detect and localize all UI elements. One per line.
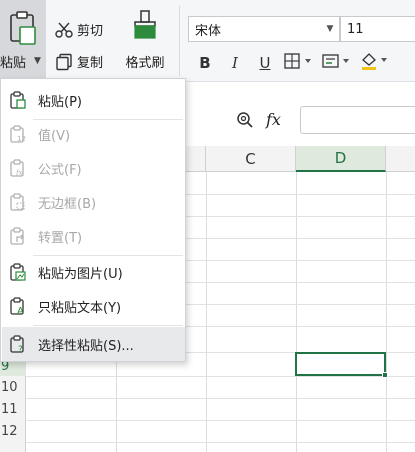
clipboard-icon [10, 11, 36, 45]
paste-transpose-icon [8, 226, 28, 246]
svg-text:A: A [17, 306, 24, 315]
paste-as-picture-icon [8, 262, 28, 282]
grid-line [26, 376, 415, 377]
paste-values-icon: 12 [8, 124, 28, 144]
svg-text:?: ? [18, 345, 23, 353]
column-header-c[interactable]: C [206, 146, 296, 172]
formula-bar-controls: fx [236, 110, 281, 129]
svg-text:12: 12 [17, 135, 26, 143]
scissors-icon [55, 22, 73, 38]
paste-button[interactable]: 粘贴 ▼ [0, 0, 46, 78]
selected-cell[interactable] [295, 352, 386, 376]
fx-icon[interactable]: fx [266, 110, 281, 129]
font-size-select[interactable]: 11 [340, 16, 415, 42]
underline-button[interactable]: U [250, 54, 280, 72]
cut-label: 剪切 [77, 24, 104, 39]
font-name-select[interactable]: 宋体 ▼ [188, 16, 340, 42]
menu-item-paste-special[interactable]: ? 选择性粘贴(S)... [2, 327, 185, 361]
row-header-10[interactable]: 10 [0, 378, 26, 398]
italic-button[interactable]: I [220, 54, 250, 72]
grid-line [26, 442, 415, 443]
paste-special-icon: ? [8, 334, 28, 354]
fill-color-button[interactable] [356, 52, 394, 74]
paste-no-border-icon [8, 192, 28, 212]
grid-line [26, 420, 415, 421]
menu-item-paste-no-border[interactable]: 无边框(B) [2, 185, 185, 219]
ribbon-toolbar: 粘贴 ▼ 剪切 复制 格式刷 宋体 ▼ 11 B I U [0, 0, 415, 82]
format-brush-icon [134, 10, 156, 39]
fill-style-button[interactable] [318, 53, 356, 73]
paste-formula-icon: fx [8, 158, 28, 178]
grid-line [26, 398, 415, 399]
border-button[interactable] [280, 53, 318, 73]
paint-bucket-icon [362, 53, 387, 70]
grid-line [206, 172, 207, 452]
cut-button[interactable]: 剪切 [55, 20, 103, 39]
menu-item-label: 粘贴为图片(U) [38, 266, 123, 282]
border-icon [284, 53, 311, 69]
ribbon-divider [179, 6, 180, 76]
menu-divider [33, 325, 183, 326]
paste-icon [8, 90, 28, 110]
menu-item-paste-as-picture[interactable]: 粘贴为图片(U) [2, 255, 185, 289]
row-header-11[interactable]: 11 [0, 400, 26, 420]
menu-item-label: 粘贴(P) [38, 94, 82, 110]
row-header-12[interactable]: 12 [0, 422, 26, 442]
format-painter-label: 格式刷 [125, 56, 165, 71]
menu-item-paste[interactable]: 粘贴(P) [2, 83, 185, 117]
bold-button[interactable]: B [190, 54, 220, 72]
menu-item-paste-formula[interactable]: fx 公式(F) [2, 151, 185, 185]
grid-line [386, 172, 387, 452]
menu-item-paste-transpose[interactable]: 转置(T) [2, 219, 185, 253]
cell-style-icon [322, 54, 349, 68]
formula-input[interactable] [300, 106, 415, 134]
menu-item-label: 选择性粘贴(S)... [38, 338, 134, 354]
menu-item-label: 转置(T) [38, 230, 83, 246]
menu-item-paste-text-only[interactable]: A 只粘贴文本(Y) [2, 289, 185, 323]
paste-dropdown-menu: 粘贴(P) 12 值(V) fx 公式(F) 无边框(B) 转置(T) 粘贴为图… [0, 78, 186, 362]
copy-button[interactable]: 复制 [55, 52, 103, 71]
menu-item-label: 无边框(B) [38, 196, 97, 212]
copy-label: 复制 [77, 56, 104, 71]
paste-label: 粘贴 [0, 56, 27, 71]
menu-item-label: 只粘贴文本(Y) [38, 300, 122, 316]
column-header-d[interactable]: D [296, 146, 386, 172]
svg-text:fx: fx [15, 169, 23, 177]
grid-line [296, 172, 297, 452]
menu-item-paste-values[interactable]: 12 值(V) [2, 117, 185, 151]
format-row: B I U [190, 52, 394, 74]
chevron-down-icon[interactable]: ▼ [321, 24, 339, 34]
copy-icon [56, 53, 72, 70]
menu-item-label: 值(V) [38, 128, 71, 144]
zoom-search-icon[interactable] [236, 111, 254, 129]
font-size-value: 11 [347, 21, 364, 37]
fill-handle[interactable] [382, 372, 388, 378]
font-name-value: 宋体 [195, 23, 222, 39]
format-painter-button[interactable]: 格式刷 [120, 10, 170, 71]
paste-text-only-icon: A [8, 296, 28, 316]
menu-item-label: 公式(F) [38, 162, 82, 178]
chevron-down-icon[interactable]: ▼ [34, 56, 41, 66]
